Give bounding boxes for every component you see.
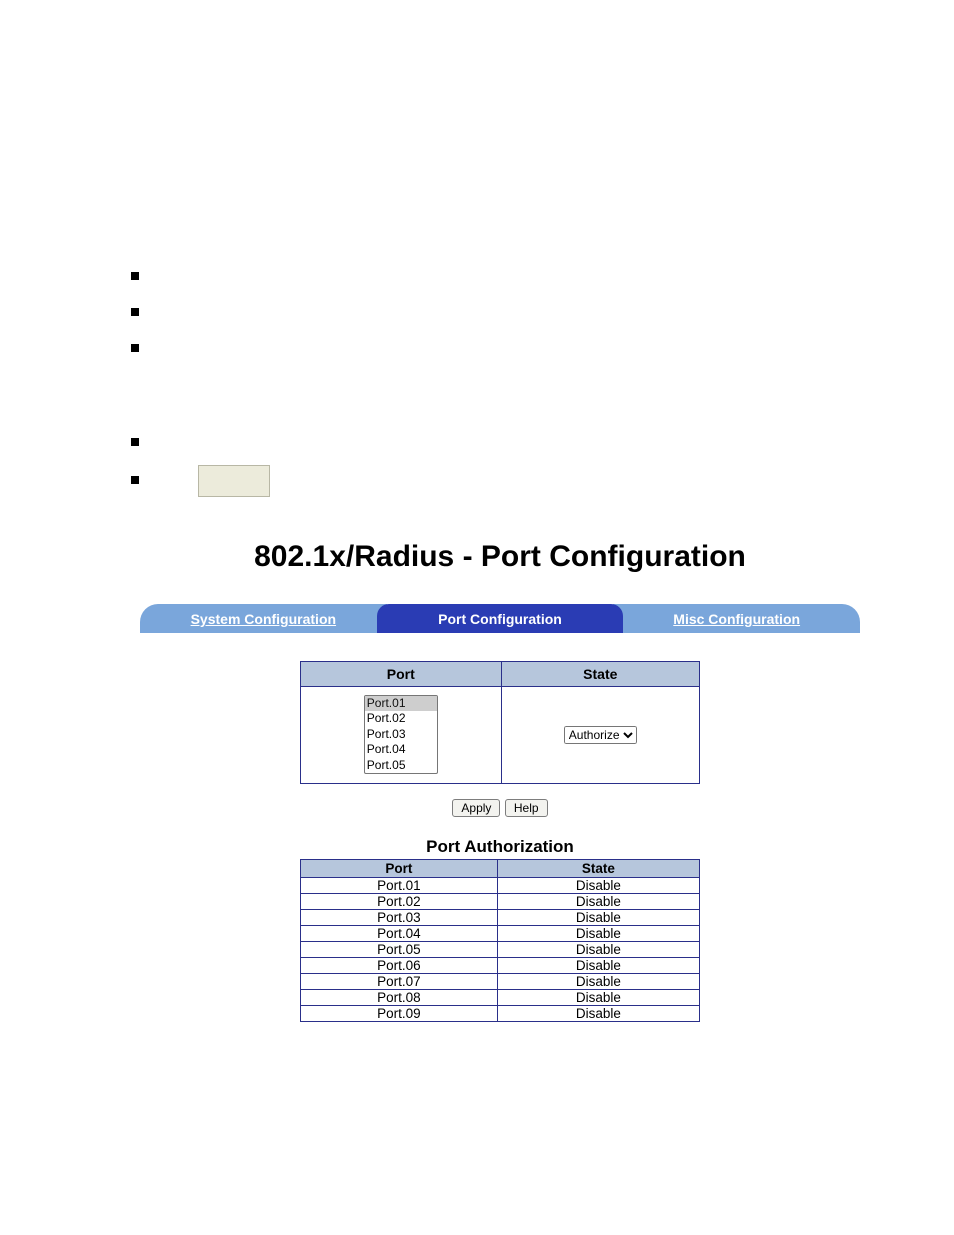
table-row: Port.01Disable	[301, 877, 700, 893]
help-button[interactable]: Help	[505, 799, 548, 817]
table-row: Port.09Disable	[301, 1005, 700, 1021]
pa-port-cell: Port.06	[301, 957, 498, 973]
port-option[interactable]: Port.04	[365, 742, 437, 757]
page-title: 802.1x/Radius - Port Configuration	[140, 540, 860, 574]
tab-misc-configuration[interactable]: Misc Configuration	[613, 604, 860, 633]
pa-port-cell: Port.07	[301, 973, 498, 989]
pa-state-cell: Disable	[497, 893, 699, 909]
pa-port-cell: Port.09	[301, 1005, 498, 1021]
port-option[interactable]: Port.01	[365, 696, 437, 711]
apply-small-button[interactable]	[198, 465, 270, 497]
pa-state-cell: Disable	[497, 941, 699, 957]
pa-state-cell: Disable	[497, 989, 699, 1005]
tab-bar: System Configuration Port Configuration …	[140, 604, 860, 633]
pa-port-cell: Port.08	[301, 989, 498, 1005]
table-row: Port.03Disable	[301, 909, 700, 925]
table-row: Port.07Disable	[301, 973, 700, 989]
table-row: Port.02Disable	[301, 893, 700, 909]
config-table: Port State Port.01Port.02Port.03Port.04P…	[300, 661, 700, 784]
config-port-header: Port	[301, 662, 502, 687]
pa-state-cell: Disable	[497, 973, 699, 989]
pa-state-cell: Disable	[497, 925, 699, 941]
port-option[interactable]: Port.02	[365, 711, 437, 726]
pa-header-state: State	[497, 859, 699, 877]
config-state-header: State	[501, 662, 699, 687]
pa-port-cell: Port.04	[301, 925, 498, 941]
table-row: Port.08Disable	[301, 989, 700, 1005]
bullet-icon	[131, 438, 139, 446]
pa-state-cell: Disable	[497, 1005, 699, 1021]
pa-header-port: Port	[301, 859, 498, 877]
bullet-icon	[131, 476, 139, 484]
pa-state-cell: Disable	[497, 909, 699, 925]
pa-state-cell: Disable	[497, 877, 699, 893]
bullet-icon	[131, 344, 139, 352]
port-option[interactable]: Port.05	[365, 758, 437, 773]
port-option[interactable]: Port.03	[365, 727, 437, 742]
tab-system-configuration[interactable]: System Configuration	[140, 604, 387, 633]
table-row: Port.06Disable	[301, 957, 700, 973]
pa-port-cell: Port.03	[301, 909, 498, 925]
port-listbox[interactable]: Port.01Port.02Port.03Port.04Port.05	[364, 695, 438, 774]
pa-port-cell: Port.02	[301, 893, 498, 909]
page: 802.1x/Radius - Port Configuration Syste…	[0, 0, 954, 1235]
tab-port-configuration[interactable]: Port Configuration	[377, 604, 624, 633]
bullet-icon	[131, 272, 139, 280]
port-auth-title: Port Authorization	[140, 837, 860, 857]
table-row: Port.04Disable	[301, 925, 700, 941]
state-select[interactable]: Authorize	[564, 726, 637, 744]
pa-port-cell: Port.01	[301, 877, 498, 893]
bullet-icon	[131, 308, 139, 316]
table-row: Port.05Disable	[301, 941, 700, 957]
pa-state-cell: Disable	[497, 957, 699, 973]
port-auth-table: Port State Port.01DisablePort.02DisableP…	[300, 859, 700, 1022]
pa-port-cell: Port.05	[301, 941, 498, 957]
apply-button[interactable]: Apply	[452, 799, 500, 817]
